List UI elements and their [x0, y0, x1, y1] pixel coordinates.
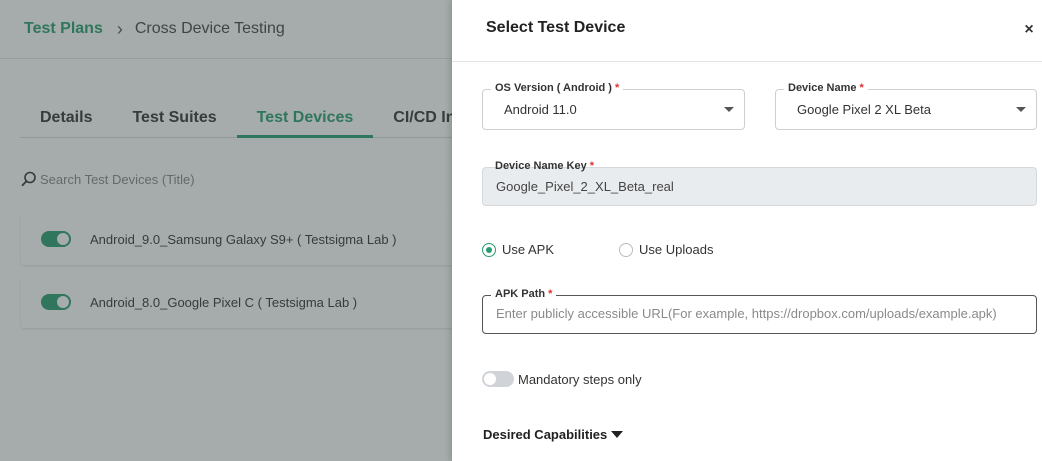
use-uploads-label: Use Uploads — [639, 242, 714, 257]
use-uploads-radio[interactable]: Use Uploads — [619, 242, 713, 257]
mandatory-steps-row: Mandatory steps only — [482, 371, 642, 387]
close-icon[interactable]: × — [1022, 22, 1036, 38]
required-marker: * — [859, 82, 864, 94]
desired-capabilities-toggle[interactable]: Desired Capabilities — [483, 427, 624, 442]
chevron-down-icon — [724, 107, 734, 112]
radio-checked-icon[interactable] — [482, 242, 496, 257]
caret-down-icon — [611, 431, 624, 438]
apk-path-label: APK Path * — [491, 287, 557, 301]
device-name-key-label: Device Name Key * — [495, 160, 595, 172]
radio-unchecked-icon[interactable] — [619, 242, 634, 257]
device-name-label: Device Name * — [784, 81, 868, 95]
upload-source-radio-group: Use APK Use Uploads — [482, 242, 713, 257]
required-marker: * — [614, 82, 620, 94]
use-apk-label: Use APK — [502, 242, 555, 257]
device-name-value: Google Pixel 2 XL Beta — [797, 102, 931, 117]
os-version-select[interactable]: OS Version ( Android ) * Android 11.0 — [482, 81, 745, 130]
mandatory-steps-toggle[interactable] — [482, 371, 514, 387]
os-version-value: Android 11.0 — [504, 102, 577, 117]
chevron-down-icon — [1016, 107, 1026, 112]
select-test-device-drawer: Select Test Device × OS Version ( Androi… — [452, 0, 1042, 461]
mandatory-steps-label: Mandatory steps only — [518, 371, 642, 387]
device-name-select[interactable]: Device Name * Google Pixel 2 XL Beta — [775, 81, 1037, 130]
drawer-title: Select Test Device — [486, 19, 626, 36]
use-apk-radio[interactable]: Use APK — [482, 242, 554, 257]
required-marker: * — [548, 288, 553, 300]
device-name-key-value: Google_Pixel_2_XL_Beta_real — [496, 179, 674, 194]
required-marker: * — [589, 160, 595, 172]
desired-capabilities-label: Desired Capabilities — [483, 427, 608, 442]
drawer-header: Select Test Device × — [452, 0, 1042, 62]
apk-path-field: APK Path * — [482, 287, 1037, 334]
apk-path-input[interactable] — [496, 306, 1026, 321]
device-name-key-field: Device Name Key * Google_Pixel_2_XL_Beta_… — [482, 160, 1037, 206]
os-version-label: OS Version ( Android ) * — [491, 81, 624, 95]
